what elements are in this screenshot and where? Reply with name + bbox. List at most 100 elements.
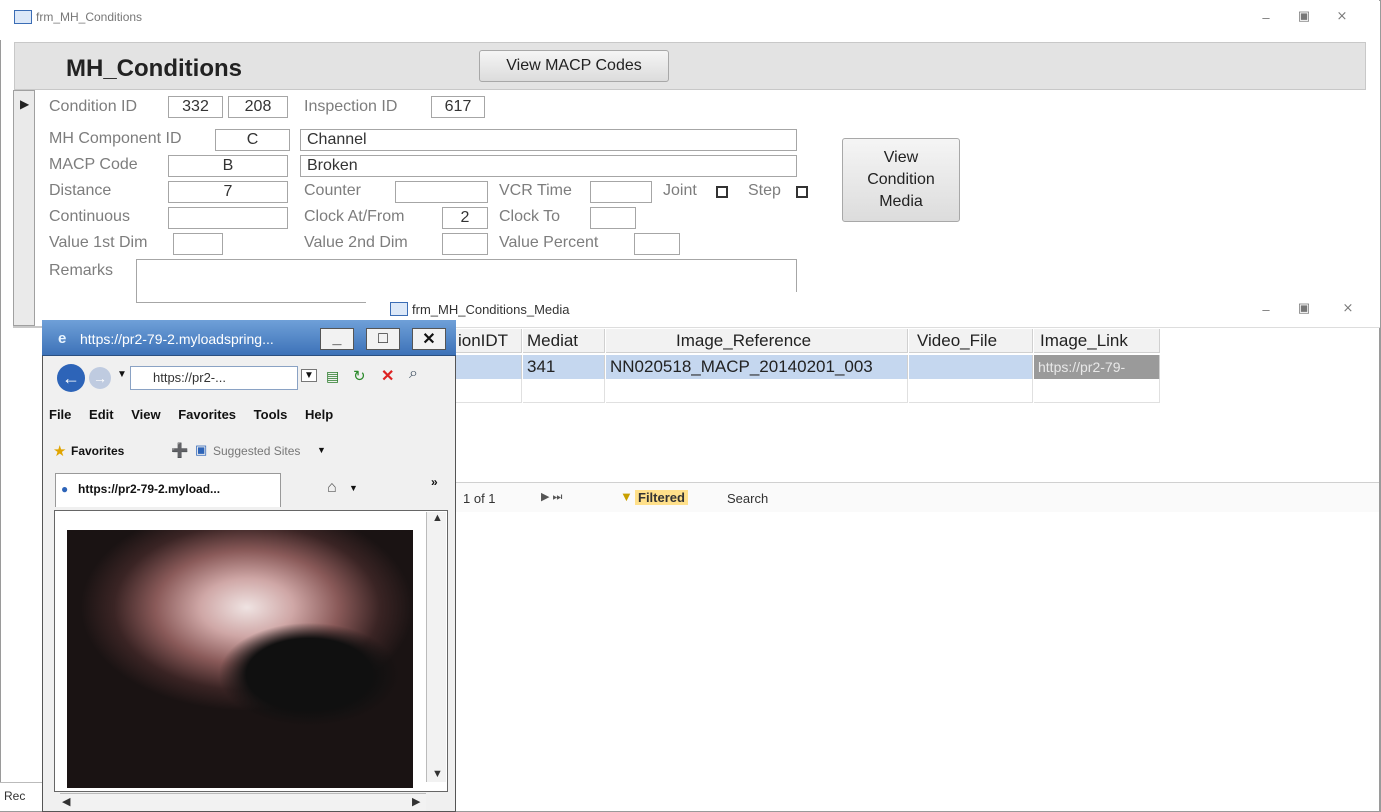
step-label: Step <box>748 182 781 199</box>
table-cell[interactable] <box>606 379 908 403</box>
ie-logo-icon: e <box>58 330 67 347</box>
filtered-indicator[interactable]: Filtered <box>635 490 688 505</box>
main-titlebar: frm_MH_Conditions ‒ ▣ ⨯ <box>0 0 1379 40</box>
browser-minimize-icon[interactable]: _ <box>320 328 354 350</box>
column-header-image-link[interactable]: Image_Link <box>1034 329 1160 353</box>
clock-at-from-field[interactable]: 2 <box>442 207 488 229</box>
value-1st-dim-field[interactable] <box>173 233 223 255</box>
menu-help[interactable]: Help <box>305 407 333 422</box>
add-to-favorites-icon[interactable]: ➕ <box>171 442 188 459</box>
macp-code-field[interactable]: B <box>168 155 288 177</box>
restore-icon[interactable]: ▣ <box>1294 8 1314 24</box>
menu-favorites[interactable]: Favorites <box>178 407 236 422</box>
favorites-bar: ★ Favorites ➕ ▣ Suggested Sites ▼ <box>43 433 455 469</box>
condition-id-field[interactable]: 332 <box>168 96 223 118</box>
table-cell-image-reference[interactable]: NN020518_MACP_20140201_003 <box>606 355 908 379</box>
minimize-icon[interactable]: ‒ <box>1256 302 1276 317</box>
menu-file[interactable]: File <box>49 407 71 422</box>
restore-icon[interactable]: ▣ <box>1294 300 1314 316</box>
column-header-video-file[interactable]: Video_File <box>909 329 1033 353</box>
history-dropdown-icon[interactable]: ▼ <box>117 369 127 380</box>
remarks-label: Remarks <box>49 262 114 279</box>
macp-code-description-field[interactable]: Broken <box>300 155 797 177</box>
browser-address-row: ← → ▼ https://pr2-... ▼ ▤ ↻ ✕ ⌕ <box>43 357 455 399</box>
more-tools-icon[interactable]: » <box>431 475 438 489</box>
inspection-id-field[interactable]: 617 <box>431 96 485 118</box>
column-header-condition-id[interactable]: ionIDT <box>456 329 522 353</box>
suggested-sites-dropdown-icon[interactable]: ▼ <box>317 445 326 455</box>
form-icon <box>14 10 32 24</box>
media-record-navigation: 1 of 1 ▶ ⏭ ▼ Filtered Search <box>455 482 1379 512</box>
table-cell[interactable] <box>523 379 605 403</box>
continuous-field[interactable] <box>168 207 288 229</box>
column-header-media-id[interactable]: Mediat <box>523 329 605 353</box>
vcr-time-field[interactable] <box>590 181 652 203</box>
search-box-label[interactable]: Search <box>727 491 768 506</box>
form-icon <box>390 302 408 316</box>
forward-button-icon[interactable]: → <box>89 367 111 389</box>
browser-menu-bar: File Edit View Favorites Tools Help <box>43 399 455 433</box>
table-cell-video-file[interactable] <box>909 355 1033 379</box>
browser-tab[interactable]: ● https://pr2-79-2.myload... <box>55 473 281 507</box>
view-macp-codes-button[interactable]: View MACP Codes <box>479 50 669 82</box>
table-cell[interactable] <box>456 379 522 403</box>
horizontal-scrollbar[interactable]: ◀ ▶ <box>60 793 426 811</box>
refresh-icon[interactable]: ↻ <box>353 367 366 385</box>
value-percent-field[interactable] <box>634 233 680 255</box>
home-dropdown-icon[interactable]: ▼ <box>349 483 358 493</box>
browser-close-icon[interactable]: ✕ <box>412 328 446 350</box>
record-nav-label: Rec <box>4 789 26 803</box>
compatibility-icon[interactable]: ▤ <box>326 368 339 385</box>
vertical-scrollbar[interactable]: ▲ ▼ <box>426 512 446 782</box>
table-cell[interactable] <box>456 355 522 379</box>
joint-checkbox[interactable] <box>716 186 728 198</box>
next-record-icon[interactable]: ▶ ⏭ <box>541 490 562 504</box>
home-icon[interactable]: ⌂ <box>327 479 337 497</box>
mh-component-name-field[interactable]: Channel <box>300 129 797 151</box>
scroll-down-icon[interactable]: ▼ <box>432 768 443 780</box>
condition-id-secondary-field[interactable]: 208 <box>228 96 288 118</box>
counter-field[interactable] <box>395 181 488 203</box>
view-condition-media-button[interactable]: View Condition Media <box>842 138 960 222</box>
address-bar[interactable]: https://pr2-... <box>130 366 298 390</box>
distance-label: Distance <box>49 182 112 199</box>
browser-tab-row: ● https://pr2-79-2.myload... ⌂ ▼ » <box>43 469 455 509</box>
value-2nd-dim-field[interactable] <box>442 233 488 255</box>
value-2nd-dim-label: Value 2nd Dim <box>304 234 408 251</box>
inspection-id-label: Inspection ID <box>304 98 398 115</box>
favorites-button[interactable]: Favorites <box>71 444 124 458</box>
vcr-time-label: VCR Time <box>499 182 572 199</box>
filter-icon[interactable]: ▼ <box>620 489 633 504</box>
column-header-image-reference[interactable]: Image_Reference <box>606 329 908 353</box>
continuous-label: Continuous <box>49 208 130 225</box>
step-checkbox[interactable] <box>796 186 808 198</box>
minimize-icon[interactable]: ‒ <box>1256 10 1276 25</box>
menu-tools[interactable]: Tools <box>254 407 288 422</box>
distance-field[interactable]: 7 <box>168 181 288 203</box>
address-dropdown-icon[interactable]: ▼ <box>301 369 317 382</box>
table-cell[interactable] <box>1034 379 1160 403</box>
table-cell-image-link[interactable]: https://pr2-79- <box>1034 355 1160 379</box>
main-window-title: frm_MH_Conditions <box>36 10 143 24</box>
close-icon[interactable]: ⨯ <box>1338 300 1358 316</box>
menu-view[interactable]: View <box>131 407 160 422</box>
search-icon[interactable]: ⌕ <box>409 365 418 383</box>
table-cell-media-id[interactable]: 341 <box>523 355 605 379</box>
address-text: https://pr2-... <box>153 370 226 385</box>
stop-icon[interactable]: ✕ <box>381 366 394 386</box>
browser-title: https://pr2-79-2.myloadspring... <box>80 331 274 347</box>
back-button-icon[interactable]: ← <box>57 364 85 392</box>
table-cell[interactable] <box>909 379 1033 403</box>
scroll-up-icon[interactable]: ▲ <box>432 512 443 524</box>
suggested-sites-icon: ▣ <box>195 442 208 457</box>
mh-component-id-field[interactable]: C <box>215 129 290 151</box>
suggested-sites-button[interactable]: Suggested Sites <box>213 444 300 458</box>
clock-to-field[interactable] <box>590 207 636 229</box>
browser-maximize-icon[interactable]: □ <box>366 328 400 350</box>
close-icon[interactable]: ⨯ <box>1332 8 1352 24</box>
condition-id-label: Condition ID <box>49 98 138 115</box>
scroll-right-icon[interactable]: ▶ <box>412 795 420 808</box>
scroll-left-icon[interactable]: ◀ <box>62 795 70 808</box>
record-selector[interactable]: ▶ <box>13 90 35 326</box>
menu-edit[interactable]: Edit <box>89 407 114 422</box>
